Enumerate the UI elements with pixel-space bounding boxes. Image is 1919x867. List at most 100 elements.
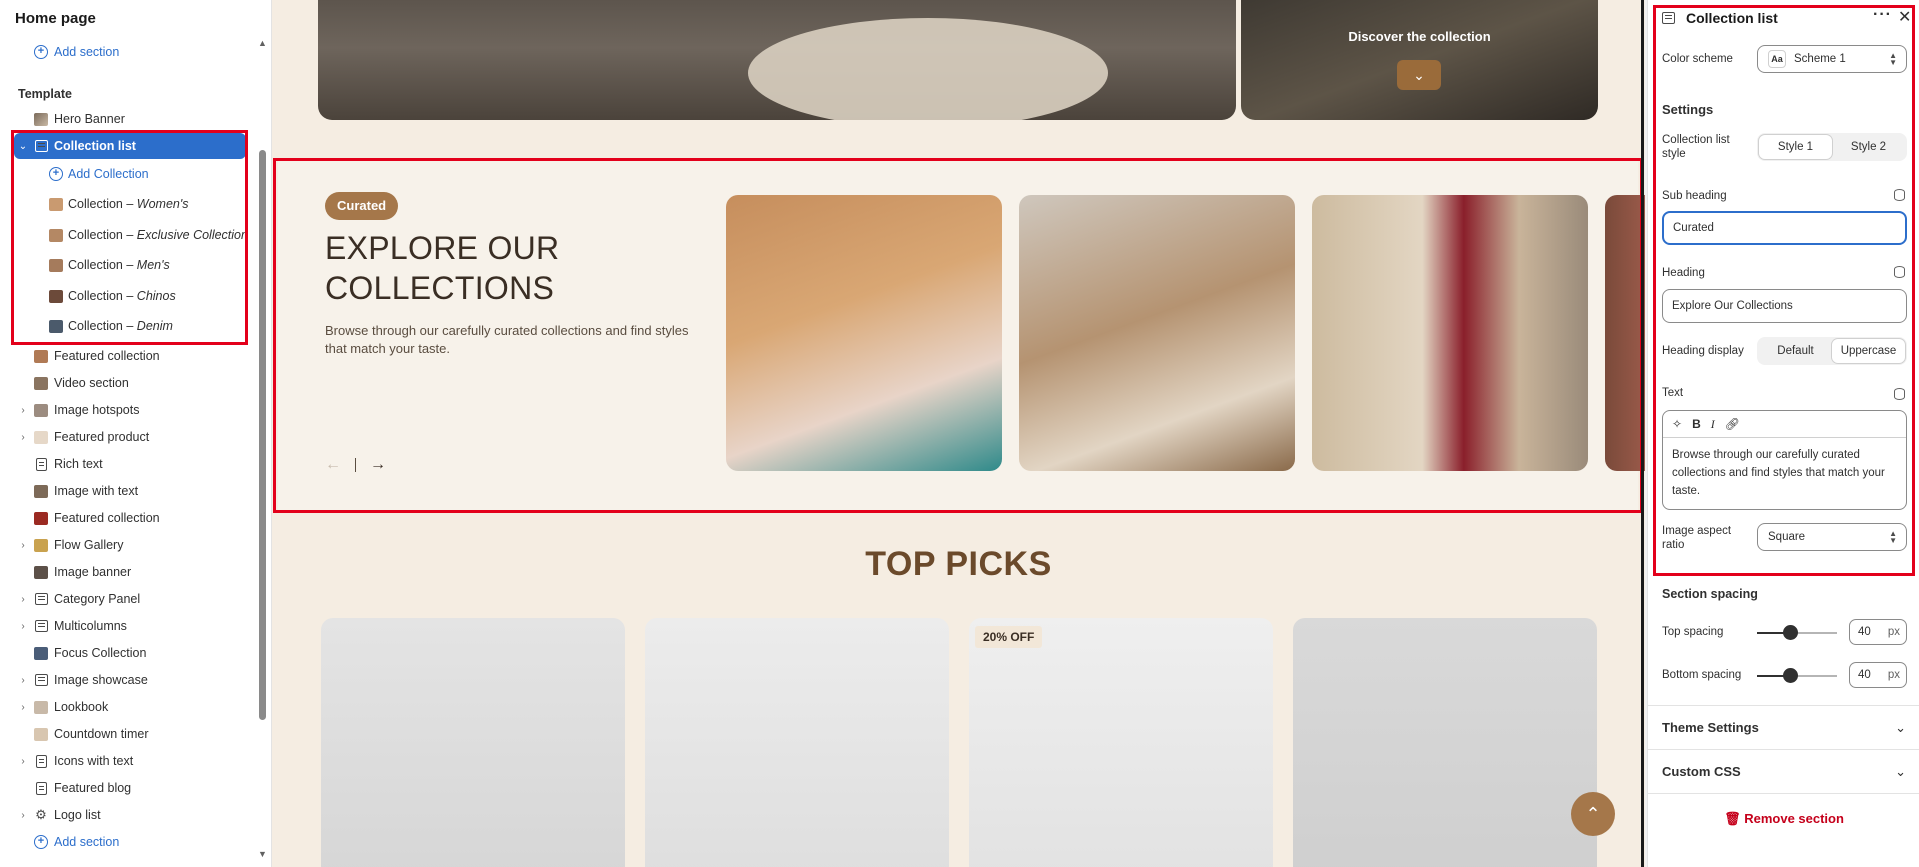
bottom-spacing-input[interactable]: 40 px bbox=[1849, 662, 1907, 688]
database-icon[interactable] bbox=[1894, 388, 1905, 400]
sidebar-item-image-showcase[interactable]: › Image showcase bbox=[0, 667, 256, 693]
chevron-right-icon[interactable]: › bbox=[18, 621, 28, 632]
magic-icon[interactable]: ✧ bbox=[1672, 417, 1682, 431]
more-actions-icon[interactable]: ··· bbox=[1873, 6, 1892, 24]
text-block-icon bbox=[34, 457, 48, 471]
plus-circle-icon: + bbox=[34, 835, 48, 849]
heading-display-toggle: Default Uppercase bbox=[1757, 337, 1907, 365]
color-scheme-label: Color scheme bbox=[1662, 53, 1733, 65]
close-icon[interactable]: ✕ bbox=[1898, 7, 1911, 27]
product-card-2[interactable] bbox=[645, 618, 949, 867]
sidebar-scrollbar[interactable] bbox=[259, 150, 266, 720]
style-2-option[interactable]: Style 2 bbox=[1832, 135, 1905, 159]
arrow-left-icon[interactable]: ← bbox=[325, 456, 341, 474]
image-thumbnail-icon bbox=[34, 538, 48, 552]
sidebar-item-featured-product[interactable]: › Featured product bbox=[0, 424, 256, 450]
add-section-bottom-button[interactable]: + Add section bbox=[0, 829, 256, 855]
top-spacing-input[interactable]: 40 px bbox=[1849, 619, 1907, 645]
collection-card-partial[interactable] bbox=[1605, 195, 1645, 471]
sidebar-item-collection-womens[interactable]: Collection – Women's bbox=[0, 191, 256, 217]
scroll-down-icon[interactable]: ▼ bbox=[258, 849, 267, 859]
panel-title: Collection list bbox=[1686, 10, 1778, 26]
sidebar-item-collection-denim[interactable]: Collection – Denim bbox=[0, 313, 256, 339]
image-aspect-ratio-label: Image aspect ratio bbox=[1662, 525, 1732, 551]
sidebar-item-featured-collection-2[interactable]: Featured collection bbox=[0, 505, 256, 531]
chevron-right-icon[interactable]: › bbox=[18, 702, 28, 713]
sidebar-item-image-banner[interactable]: Image banner bbox=[0, 559, 256, 585]
sidebar-item-multicolumns[interactable]: › Multicolumns bbox=[0, 613, 256, 639]
sidebar-item-collection-exclusive[interactable]: Collection – Exclusive Collection bbox=[0, 222, 256, 248]
sidebar-item-hero-banner[interactable]: Hero Banner bbox=[0, 106, 256, 132]
slider-handle[interactable] bbox=[1783, 625, 1798, 640]
collection-card-exclusive[interactable] bbox=[1019, 195, 1295, 471]
scroll-up-icon[interactable]: ▲ bbox=[258, 38, 267, 48]
database-icon[interactable] bbox=[1894, 189, 1905, 201]
chevron-right-icon[interactable]: › bbox=[18, 540, 28, 551]
sidebar-item-video-section[interactable]: Video section bbox=[0, 370, 256, 396]
sidebar-item-featured-collection[interactable]: Featured collection bbox=[0, 343, 256, 369]
style-1-option[interactable]: Style 1 bbox=[1759, 135, 1832, 159]
sidebar-item-icons-with-text[interactable]: › Icons with text bbox=[0, 748, 256, 774]
top-spacing-slider[interactable] bbox=[1757, 625, 1837, 641]
sidebar-item-collection-list[interactable]: ⌄ Collection list bbox=[14, 133, 246, 159]
sub-heading-input[interactable]: Curated bbox=[1662, 211, 1907, 245]
carousel-nav: ← → bbox=[325, 456, 386, 474]
back-to-top-button[interactable]: ⌃ bbox=[1571, 792, 1615, 836]
trash-icon: 🗑︎ bbox=[1724, 811, 1741, 826]
image-thumbnail-icon bbox=[34, 511, 48, 525]
sidebar-item-rich-text[interactable]: Rich text bbox=[0, 451, 256, 477]
settings-heading: Settings bbox=[1662, 102, 1714, 117]
heading-input[interactable]: Explore Our Collections bbox=[1662, 289, 1907, 323]
discover-button[interactable]: ⌄ bbox=[1397, 60, 1441, 90]
hero-banner[interactable]: Discover the collection ⌄ bbox=[318, 0, 1598, 122]
sidebar-item-countdown-timer[interactable]: Countdown timer bbox=[0, 721, 256, 747]
sidebar-item-image-with-text[interactable]: Image with text bbox=[0, 478, 256, 504]
sidebar-item-collection-mens[interactable]: Collection – Men's bbox=[0, 252, 256, 278]
bottom-spacing-label: Bottom spacing bbox=[1662, 669, 1742, 681]
product-card-4[interactable] bbox=[1293, 618, 1597, 867]
link-icon[interactable]: 🔗︎ bbox=[1725, 417, 1740, 431]
image-thumbnail-icon bbox=[34, 484, 48, 498]
sidebar-item-logo-list[interactable]: › ⚙ Logo list bbox=[0, 802, 256, 828]
collection-card-womens[interactable] bbox=[726, 195, 1002, 471]
italic-button[interactable]: I bbox=[1711, 417, 1715, 432]
product-card-3[interactable]: 20% OFF bbox=[969, 618, 1273, 867]
text-editor-body[interactable]: Browse through our carefully curated col… bbox=[1663, 438, 1906, 508]
chevron-right-icon[interactable]: › bbox=[18, 756, 28, 767]
theme-editor: Home page + Add section ▲ Template Hero … bbox=[0, 0, 1919, 867]
product-card-1[interactable] bbox=[321, 618, 625, 867]
add-collection-button[interactable]: + Add Collection bbox=[0, 161, 256, 187]
chevron-right-icon[interactable]: › bbox=[18, 405, 28, 416]
sidebar-item-featured-blog[interactable]: Featured blog bbox=[0, 775, 256, 801]
sidebar-item-focus-collection[interactable]: Focus Collection bbox=[0, 640, 256, 666]
theme-settings-accordion[interactable]: Theme Settings ⌄ bbox=[1662, 720, 1906, 736]
custom-css-accordion[interactable]: Custom CSS ⌄ bbox=[1662, 764, 1906, 780]
chevron-right-icon[interactable]: › bbox=[18, 675, 28, 686]
default-option[interactable]: Default bbox=[1759, 339, 1832, 363]
remove-section-button[interactable]: 🗑︎ Remove section bbox=[1648, 811, 1919, 827]
uppercase-option[interactable]: Uppercase bbox=[1832, 339, 1905, 363]
sidebar-item-lookbook[interactable]: › Lookbook bbox=[0, 694, 256, 720]
chevron-right-icon[interactable]: › bbox=[18, 594, 28, 605]
image-aspect-ratio-select[interactable]: Square ▲ ▼ bbox=[1757, 523, 1907, 551]
chevron-down-icon: ⌄ bbox=[1895, 720, 1906, 735]
chevron-right-icon[interactable]: › bbox=[18, 432, 28, 443]
sidebar-item-category-panel[interactable]: › Category Panel bbox=[0, 586, 256, 612]
collection-list-section[interactable]: Curated EXPLORE OUR COLLECTIONS Browse t… bbox=[278, 160, 1645, 510]
bold-button[interactable]: B bbox=[1692, 417, 1701, 431]
sidebar-item-image-hotspots[interactable]: › Image hotspots bbox=[0, 397, 256, 423]
arrow-right-icon[interactable]: → bbox=[370, 456, 386, 474]
text-editor[interactable]: ✧ B I 🔗︎ Browse through our carefully cu… bbox=[1662, 410, 1907, 510]
color-scheme-select[interactable]: Aa Scheme 1 ▲ ▼ bbox=[1757, 45, 1907, 73]
add-section-top-button[interactable]: + Add section bbox=[0, 39, 258, 65]
database-icon[interactable] bbox=[1894, 266, 1905, 278]
bottom-spacing-slider[interactable] bbox=[1757, 668, 1837, 684]
sidebar-item-flow-gallery[interactable]: › Flow Gallery bbox=[0, 532, 256, 558]
sidebar-item-collection-chinos[interactable]: Collection – Chinos bbox=[0, 283, 256, 309]
image-thumbnail-icon bbox=[34, 646, 48, 660]
slider-handle[interactable] bbox=[1783, 668, 1798, 683]
chevron-down-icon[interactable]: ⌄ bbox=[18, 141, 28, 152]
chevron-right-icon[interactable]: › bbox=[18, 810, 28, 821]
collection-card-mens[interactable] bbox=[1312, 195, 1588, 471]
image-gallery-icon bbox=[34, 673, 48, 687]
